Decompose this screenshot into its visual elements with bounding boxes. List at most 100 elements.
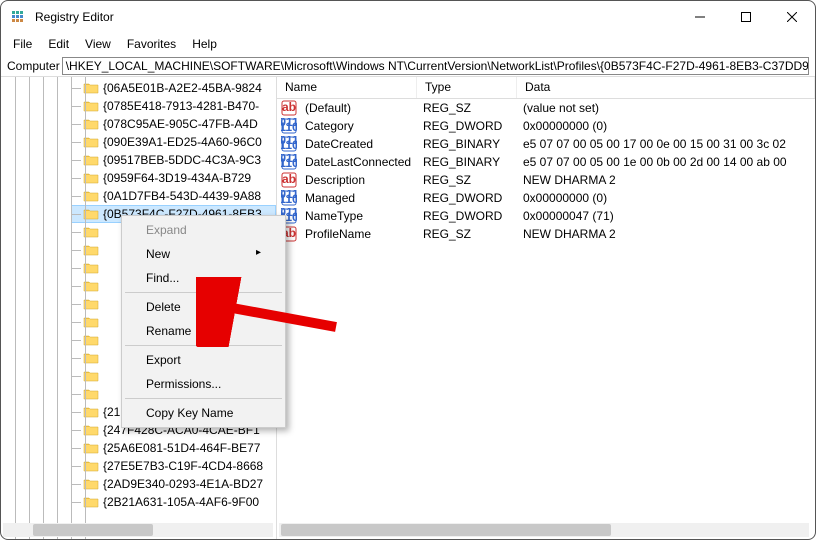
svg-text:110: 110: [281, 138, 297, 152]
list-row[interactable]: 011110CategoryREG_DWORD0x00000000 (0): [277, 117, 815, 135]
tree-item-label: {0785E418-7913-4281-B470-: [103, 99, 259, 113]
list-scrollbar-h[interactable]: [279, 523, 809, 537]
cell-name: Managed: [299, 191, 417, 205]
close-button[interactable]: [769, 1, 815, 33]
list-row[interactable]: 011110ManagedREG_DWORD0x00000000 (0): [277, 189, 815, 207]
svg-text:ab: ab: [282, 100, 296, 114]
tree-item-label: {09517BEB-5DDC-4C3A-9C3: [103, 153, 261, 167]
folder-icon: [83, 81, 99, 95]
list-row[interactable]: 011110NameTypeREG_DWORD0x00000047 (71): [277, 207, 815, 225]
list-row[interactable]: 011110DateCreatedREG_BINARYe5 07 07 00 0…: [277, 135, 815, 153]
folder-icon: [83, 135, 99, 149]
tree-item[interactable]: {06A5E01B-A2E2-45BA-9824: [71, 79, 276, 97]
cell-type: REG_BINARY: [417, 137, 517, 151]
tree-item-label: {27E5E7B3-C19F-4CD4-8668: [103, 459, 263, 473]
tree-item[interactable]: {090E39A1-ED25-4A60-96C0: [71, 133, 276, 151]
tree-item-label: {0A1D7FB4-543D-4439-9A88: [103, 189, 261, 203]
menu-edit[interactable]: Edit: [40, 34, 77, 54]
binary-value-icon: 011110: [281, 154, 297, 170]
ctx-new-label: New: [146, 247, 170, 261]
cell-name: DateCreated: [299, 137, 417, 151]
folder-icon: [83, 459, 99, 473]
tree-item[interactable]: {0A1D7FB4-543D-4439-9A88: [71, 187, 276, 205]
cell-data: e5 07 07 00 05 00 17 00 0e 00 15 00 31 0…: [517, 137, 815, 151]
folder-icon: [83, 189, 99, 203]
folder-icon: [83, 441, 99, 455]
tree-item-label: {2B21A631-105A-4AF6-9F00: [103, 495, 259, 509]
list-pane[interactable]: Name Type Data ab(Default)REG_SZ(value n…: [277, 77, 815, 539]
folder-icon: [83, 261, 99, 275]
folder-icon: [83, 279, 99, 293]
tree-item-label: {0959F64-3D19-434A-B729: [103, 171, 251, 185]
list-row[interactable]: ab(Default)REG_SZ(value not set): [277, 99, 815, 117]
cell-name: Description: [299, 173, 417, 187]
ctx-separator: [125, 345, 282, 346]
tree-item[interactable]: {0959F64-3D19-434A-B729: [71, 169, 276, 187]
list-row[interactable]: abProfileNameREG_SZNEW DHARMA 2: [277, 225, 815, 243]
list-row[interactable]: 011110DateLastConnectedREG_BINARYe5 07 0…: [277, 153, 815, 171]
cell-data: 0x00000000 (0): [517, 191, 815, 205]
menu-view[interactable]: View: [77, 34, 119, 54]
string-value-icon: ab: [281, 100, 297, 116]
tree-item-label: {078C95AE-905C-47FB-A4D: [103, 117, 258, 131]
col-header-type[interactable]: Type: [417, 77, 517, 98]
cell-type: REG_SZ: [417, 101, 517, 115]
folder-icon: [83, 333, 99, 347]
tree-item[interactable]: {0785E418-7913-4281-B470-: [71, 97, 276, 115]
ctx-delete[interactable]: Delete: [124, 295, 283, 319]
folder-icon: [83, 423, 99, 437]
ctx-find[interactable]: Find...: [124, 266, 283, 290]
chevron-right-icon: ▸: [256, 247, 261, 258]
tree-item[interactable]: {09517BEB-5DDC-4C3A-9C3: [71, 151, 276, 169]
col-header-name[interactable]: Name: [277, 77, 417, 98]
folder-icon: [83, 477, 99, 491]
svg-text:110: 110: [281, 156, 297, 170]
tree-item[interactable]: {27E5E7B3-C19F-4CD4-8668: [71, 457, 276, 475]
menu-favorites[interactable]: Favorites: [119, 34, 184, 54]
window-controls: [677, 1, 815, 33]
cell-data: NEW DHARMA 2: [517, 173, 815, 187]
tree-item[interactable]: {2B21A631-105A-4AF6-9F00: [71, 493, 276, 511]
tree-item[interactable]: {25A6E081-51D4-464F-BE77: [71, 439, 276, 457]
ctx-permissions[interactable]: Permissions...: [124, 372, 283, 396]
ctx-new[interactable]: New ▸: [124, 242, 283, 266]
folder-icon: [83, 153, 99, 167]
list-scrollbar-thumb[interactable]: [281, 524, 611, 536]
maximize-button[interactable]: [723, 1, 769, 33]
ctx-rename[interactable]: Rename: [124, 319, 283, 343]
ctx-separator: [125, 398, 282, 399]
cell-data: NEW DHARMA 2: [517, 227, 815, 241]
cell-name: DateLastConnected: [299, 155, 417, 169]
ctx-separator: [125, 292, 282, 293]
ctx-copy-key-name[interactable]: Copy Key Name: [124, 401, 283, 425]
minimize-button[interactable]: [677, 1, 723, 33]
menu-file[interactable]: File: [5, 34, 40, 54]
cell-data: 0x00000047 (71): [517, 209, 815, 223]
col-header-data[interactable]: Data: [517, 77, 815, 98]
cell-data: (value not set): [517, 101, 815, 115]
folder-icon: [83, 297, 99, 311]
folder-icon: [83, 315, 99, 329]
tree-item[interactable]: {2AD9E340-0293-4E1A-BD27: [71, 475, 276, 493]
ctx-export[interactable]: Export: [124, 348, 283, 372]
folder-icon: [83, 243, 99, 257]
tree-scrollbar-h[interactable]: [3, 523, 273, 537]
cell-type: REG_SZ: [417, 173, 517, 187]
svg-text:110: 110: [281, 120, 297, 134]
folder-icon: [83, 117, 99, 131]
folder-icon: [83, 495, 99, 509]
cell-type: REG_DWORD: [417, 191, 517, 205]
tree-item[interactable]: {078C95AE-905C-47FB-A4D: [71, 115, 276, 133]
binary-value-icon: 011110: [281, 190, 297, 206]
address-input[interactable]: \HKEY_LOCAL_MACHINE\SOFTWARE\Microsoft\W…: [62, 57, 809, 75]
cell-data: 0x00000000 (0): [517, 119, 815, 133]
list-row[interactable]: abDescriptionREG_SZNEW DHARMA 2: [277, 171, 815, 189]
tree-scrollbar-thumb[interactable]: [33, 524, 153, 536]
context-menu: Expand New▸ Find... Delete Rename Export…: [121, 215, 286, 428]
cell-type: REG_DWORD: [417, 119, 517, 133]
string-value-icon: ab: [281, 172, 297, 188]
svg-text:ab: ab: [282, 172, 296, 186]
cell-name: NameType: [299, 209, 417, 223]
menu-help[interactable]: Help: [184, 34, 225, 54]
folder-icon: [83, 387, 99, 401]
